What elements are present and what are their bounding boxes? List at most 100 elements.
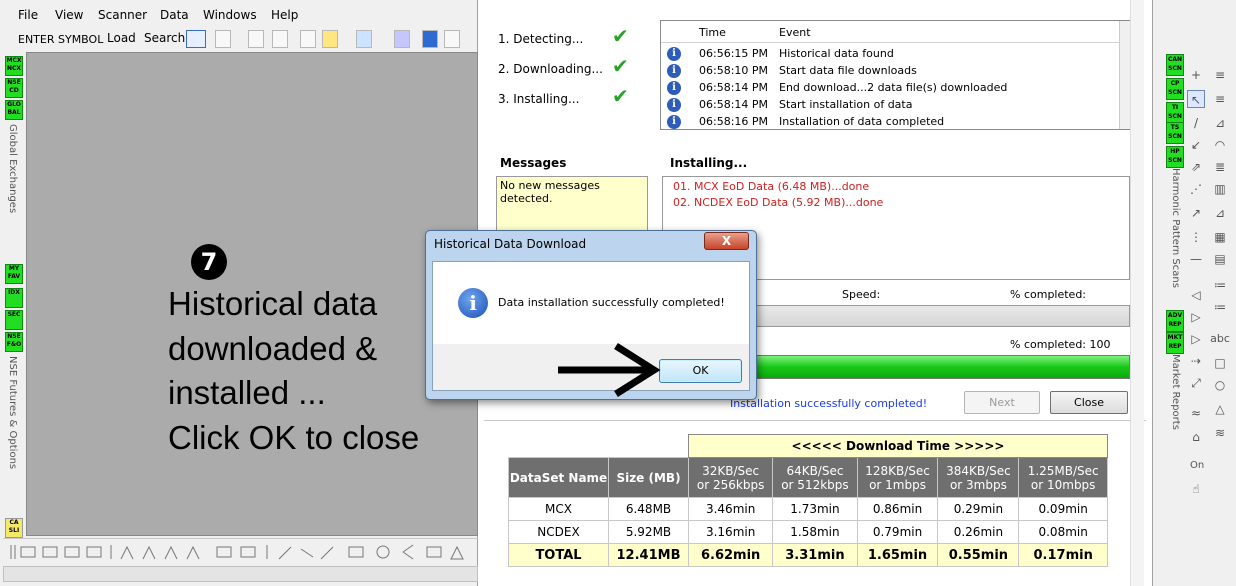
load-button[interactable]: Load [107,31,136,45]
hp-scn-badge[interactable]: HP SCN [1166,146,1184,168]
adv-rep-badge[interactable]: ADV REP [1166,310,1184,332]
pointer-icon[interactable]: ↖ [1187,90,1205,108]
can-scn-badge[interactable]: CAN SCN [1166,54,1184,76]
table-cell: 1.73min [772,497,858,521]
menu-view[interactable]: View [55,8,83,22]
hand-icon[interactable]: ☝ [1187,480,1205,498]
fib-time-icon[interactable]: ≔ [1211,298,1229,316]
table-cell: 0.26min [937,520,1020,544]
ok-button[interactable]: OK [659,359,742,383]
preview-icon[interactable] [272,30,288,48]
cp-scn-badge[interactable]: CP SCN [1166,78,1184,100]
forward-icon[interactable]: ▷ [1187,308,1205,326]
close-button[interactable]: Close [1050,391,1128,414]
triangle-icon[interactable]: △ [1211,400,1229,418]
menu-bar: File View Scanner Data Windows Help [0,4,478,26]
indicator-icon[interactable] [322,30,338,48]
crosshair-icon[interactable]: + [1187,66,1205,84]
harmonic-scans-label: Harmonic Pattern Scans [1170,168,1181,288]
table-cell: 0.86min [856,497,939,521]
channel-icon[interactable]: ⇗ [1187,158,1205,176]
table-spacer [509,435,689,458]
table-cell: 0.08min [1018,520,1108,544]
step-installing: 3. Installing... [498,92,580,106]
symbol-input[interactable]: ENTER SYMBOL [18,33,103,46]
nse-cd-badge[interactable]: NSE CD [5,78,23,98]
back-icon[interactable]: ◁ [1187,286,1205,304]
speed-header-line: 384KB/Sec [946,463,1011,478]
mcx-badge[interactable]: MCX NCX [5,56,23,76]
divider [484,420,1146,421]
zoom-icon[interactable]: ⤢ [1187,374,1205,392]
rectangle-icon[interactable]: □ [1211,354,1229,372]
menu-data[interactable]: Data [160,8,189,22]
gann-grid-icon[interactable]: ▦ [1211,228,1229,246]
bars-icon[interactable]: ▥ [1211,180,1229,198]
trendline-icon[interactable]: / [1187,114,1205,132]
global-badge[interactable]: GLO BAL [5,100,23,120]
fib-icon[interactable]: ≣ [1211,158,1229,176]
draw-icon[interactable] [300,30,316,48]
my-template-icon[interactable] [356,30,372,48]
speed-lines-icon[interactable]: ⊿ [1211,204,1229,222]
ew-swing-icon[interactable]: ≋ [1211,424,1229,442]
table-cell: 0.09min [1018,497,1108,521]
horizontal-line-icon[interactable]: — [1187,250,1205,268]
ti-scn-badge[interactable]: TI SCN [1166,102,1184,124]
search-button[interactable]: Search [144,31,185,45]
sec-badge[interactable]: SEC [5,310,23,330]
log-event: Historical data found [779,47,894,60]
ray-icon[interactable]: ↙ [1187,136,1205,154]
nse-fo-badge[interactable]: NSE F&O [5,332,23,352]
globe-icon[interactable] [422,30,438,48]
ts-scn-badge[interactable]: TS SCN [1166,122,1184,144]
checkmark-icon: ✔ [612,54,629,78]
menu-file[interactable]: File [18,8,38,22]
window-icon[interactable] [444,30,460,48]
table-cell: 6.48MB [608,497,689,521]
elliott-icon[interactable]: ≈ [1187,404,1205,422]
hline-tool-icon[interactable]: ≡ [1211,66,1229,84]
cash-badge[interactable]: CA SLI [5,518,23,538]
speed-header-line: 32KB/Sec [702,463,760,478]
info-icon: i [458,288,488,318]
fan-icon[interactable]: ⊿ [1211,114,1229,132]
speed-header: 384KB/Sec or 3mbps [937,457,1020,498]
save-icon[interactable] [215,30,231,48]
drawing-tools-icons[interactable] [3,539,473,565]
fib-ext-icon[interactable]: ≔ [1211,276,1229,294]
ellipse-icon[interactable]: ○ [1211,376,1229,394]
installing-title: Installing... [670,156,748,170]
installer-scrollbar[interactable] [1130,0,1144,586]
range-icon[interactable]: ⇢ [1187,352,1205,370]
text-tool-icon[interactable]: abc [1209,330,1231,348]
print-icon[interactable] [248,30,264,48]
mkt-rep-badge[interactable]: MKT REP [1166,332,1184,354]
forward-alt-icon[interactable]: ▷ [1187,330,1205,348]
next-button[interactable]: Next [964,391,1040,414]
scanner-icon[interactable] [394,30,410,48]
log-event: Installation of data completed [779,115,945,128]
lock-icon[interactable]: ⌂ [1187,428,1205,446]
right-tool-panel: CAN SCN CP SCN TI SCN TS SCN HP SCN Harm… [1152,0,1236,586]
menu-help[interactable]: Help [271,8,298,22]
dialog-content: i Data installation successfully complet… [433,262,749,344]
log-row: i 06:56:15 PM Historical data found [661,46,1119,63]
grid-icon[interactable]: ▤ [1211,250,1229,268]
installing-line: 01. MCX EoD Data (6.48 MB)...done [673,180,870,193]
arrow-tool-icon[interactable]: ↗ [1187,204,1205,222]
dialog-close-button[interactable]: X [704,232,749,250]
pitchfork-icon[interactable]: ⋰ [1187,180,1205,198]
multi-line-icon[interactable]: ≡ [1211,90,1229,108]
menu-windows[interactable]: Windows [203,8,257,22]
my-fav-badge[interactable]: MY FAV [5,264,23,284]
table-cell: 12.41MB [608,543,689,567]
arc-icon[interactable]: ◠ [1211,136,1229,154]
horizontal-scrollbar[interactable] [3,566,478,582]
chart-tool-icon[interactable] [186,30,206,48]
log-time: 06:58:10 PM [699,64,769,77]
idx-badge[interactable]: IDX [5,288,23,308]
dialog-title: Historical Data Download [434,237,587,251]
vertical-line-icon[interactable]: ⋮ [1187,228,1205,246]
menu-scanner[interactable]: Scanner [98,8,147,22]
